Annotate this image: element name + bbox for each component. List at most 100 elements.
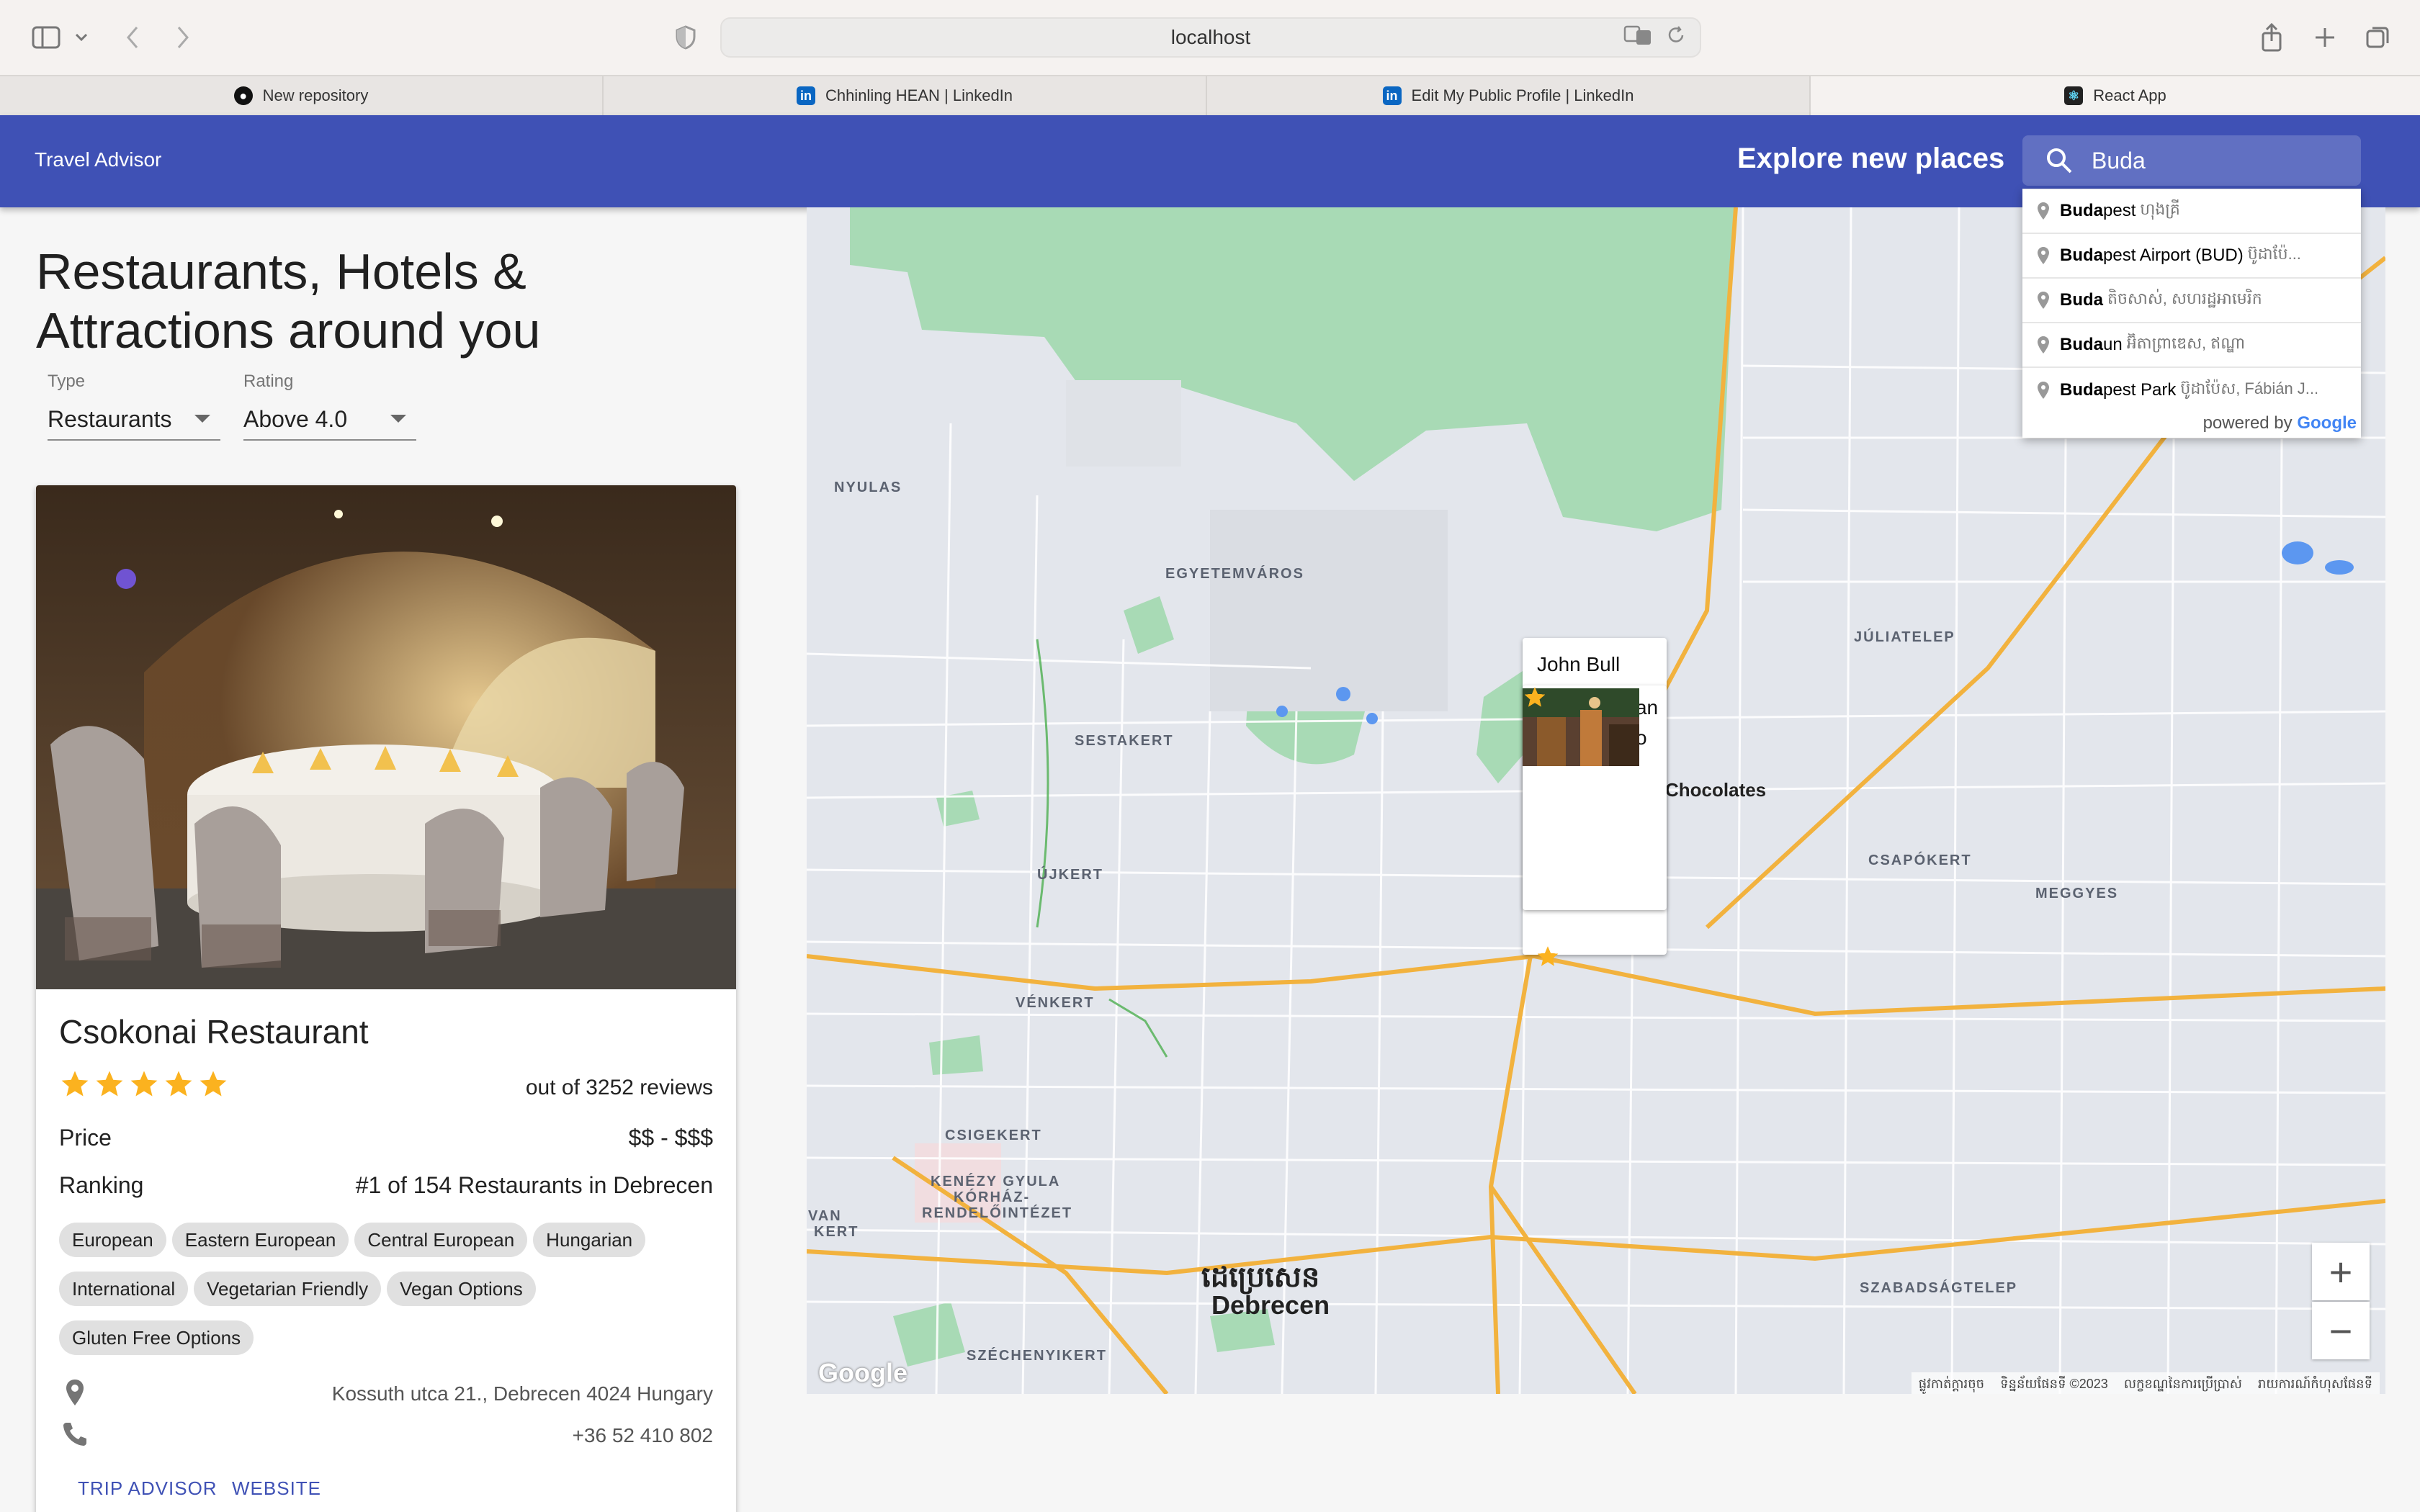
review-count: out of 3252 reviews (525, 1076, 713, 1099)
autocomplete-item[interactable]: Budapest Park ប៊ូដាប៉ែស, Fábián J... (2022, 368, 2361, 413)
place-label: Chocolates (1665, 779, 1767, 801)
dropdown-caret-icon (390, 415, 406, 423)
map-label: VÉNKERT (1016, 995, 1095, 1011)
price-label: Price (59, 1125, 112, 1151)
restaurant-photo (36, 485, 736, 989)
autocomplete-match: Buda (2060, 246, 2103, 265)
type-select-value: Restaurants (48, 405, 172, 432)
cuisine-chip: Central European (354, 1223, 528, 1257)
google-logo: Google (2297, 413, 2357, 433)
linkedin-icon: in (796, 86, 815, 105)
browser-toolbar: localhost (0, 0, 2420, 75)
phone-icon (63, 1423, 86, 1446)
star-icon (1538, 946, 1558, 966)
sidebar-toggle-icon[interactable] (26, 20, 66, 55)
github-icon: ● (233, 86, 253, 105)
star-icon (61, 1071, 89, 1097)
place-card: Csokonai Restaurant out of 3252 reviews … (36, 485, 736, 1512)
linkedin-icon: in (1382, 86, 1402, 105)
tab-new-repository[interactable]: ● New repository (0, 76, 604, 115)
autocomplete-secondary: អ៊ិតាព្រាឌេស, ឥណ្ឌា (2126, 334, 2246, 352)
star-icon (130, 1071, 158, 1097)
powered-by-text: powered by (2202, 413, 2293, 433)
map-label: JÚLIATELEP (1854, 629, 1955, 645)
rating-select[interactable]: Above 4.0 (243, 399, 416, 441)
tab-label: Chhinling HEAN | LinkedIn (825, 86, 1013, 104)
share-icon[interactable] (2257, 20, 2286, 55)
autocomplete-dropdown: Budapest ហុងគ្រី Budapest Airport (BUD) … (2022, 189, 2361, 438)
location-pin-icon (2038, 382, 2049, 399)
autocomplete-rest: pest (2103, 201, 2136, 220)
autocomplete-item[interactable]: Budapest ហុងគ្រី (2022, 189, 2361, 234)
autocomplete-secondary: ប៊ូដាប៉ែ... (2247, 245, 2301, 263)
type-select[interactable]: Restaurants (48, 399, 220, 441)
map-label: EGYETEMVÁROS (1165, 566, 1304, 582)
map-label: MEGGYES (2035, 886, 2119, 901)
tab-linkedin-edit[interactable]: in Edit My Public Profile | LinkedIn (1207, 76, 1811, 115)
place-rating (59, 1068, 229, 1099)
price-value: $$ - $$$ (628, 1125, 713, 1151)
powered-by-google: powered by Google (2203, 413, 2357, 433)
back-icon[interactable] (118, 20, 147, 55)
ranking-label: Ranking (59, 1172, 144, 1198)
reload-icon[interactable] (1665, 24, 1687, 51)
type-filter[interactable]: Type Restaurants (48, 372, 220, 441)
place-address: Kossuth utca 21., Debrecen 4024 Hungary (331, 1382, 713, 1405)
autocomplete-secondary: ហុងគ្រី (2140, 200, 2180, 218)
cuisine-chip: Eastern European (171, 1223, 349, 1257)
rating-filter[interactable]: Rating Above 4.0 (243, 372, 416, 441)
translate-icon[interactable] (1623, 24, 1652, 51)
autocomplete-secondary: ប៊ូដាប៉ែស, Fábián J... (2180, 379, 2319, 397)
map-label: SESTAKERT (1075, 733, 1174, 749)
zoom-in-button[interactable]: + (2312, 1243, 2370, 1300)
type-filter-label: Type (48, 372, 86, 391)
map-label: VAN (808, 1208, 842, 1224)
map-label: NYULAS (834, 480, 902, 495)
dropdown-caret-icon (194, 415, 210, 423)
tab-overview-icon[interactable] (2364, 20, 2393, 55)
star-icon (1525, 687, 1545, 707)
place-phone: +36 52 410 802 (572, 1424, 713, 1446)
cuisine-chips: European Eastern European Central European… (59, 1223, 707, 1369)
rating-select-value: Above 4.0 (243, 405, 348, 432)
map-label: CSIGEKERT (945, 1128, 1042, 1143)
zoom-out-button[interactable]: − (2312, 1302, 2370, 1359)
ranking-value: #1 of 154 Restaurants in Debrecen (355, 1172, 713, 1198)
forward-icon[interactable] (169, 20, 197, 55)
tab-label: React App (2093, 86, 2166, 104)
chevron-down-icon[interactable] (71, 20, 92, 55)
new-tab-icon[interactable] (2311, 20, 2339, 55)
app-title: Travel Advisor (35, 148, 162, 171)
cuisine-chip: Vegan Options (387, 1272, 536, 1306)
autocomplete-item[interactable]: Buda តិចសាស់, សហរដ្ឋអាមេរិក (2022, 279, 2361, 323)
keyboard-shortcuts-link[interactable]: ផ្លូវកាត់ក្ដារចុច (1919, 1375, 1984, 1391)
autocomplete-match: Buda (2060, 201, 2103, 220)
autocomplete-item[interactable]: Budapest Airport (BUD) ប៊ូដាប៉ែ... (2022, 234, 2361, 279)
autocomplete-secondary: តិចសាស់, សហរដ្ឋអាមេរិក (2107, 289, 2262, 307)
map-label: ÚJKERT (1037, 867, 1104, 883)
website-button[interactable]: WEBSITE (232, 1477, 321, 1500)
location-pin-icon (2038, 336, 2049, 354)
trip-advisor-button[interactable]: TRIP ADVISOR (78, 1477, 218, 1500)
tab-react-app[interactable]: ⚛ React App (1811, 76, 2420, 115)
map-label: SZÉCHENYIKERT (967, 1348, 1107, 1364)
tab-label: New repository (262, 86, 369, 104)
address-bar[interactable]: localhost (720, 17, 1701, 58)
map-label: KÓRHÁZ- (954, 1189, 1031, 1205)
location-pin-icon (2038, 292, 2049, 309)
report-error-link[interactable]: រាយការណ៍កំហុសផែនទី (2258, 1375, 2372, 1391)
cuisine-chip: Gluten Free Options (59, 1320, 254, 1355)
city-label: Debrecen (1211, 1290, 1330, 1320)
autocomplete-item[interactable]: Budaun អ៊ិតាព្រាឌេស, ឥណ្ឌា (2022, 323, 2361, 368)
shield-icon[interactable] (671, 20, 700, 55)
search-input[interactable] (2092, 143, 2351, 179)
map-label: SZABADSÁGTELEP (1860, 1280, 2018, 1296)
tab-linkedin-profile[interactable]: in Chhinling HEAN | LinkedIn (604, 76, 1207, 115)
autocomplete-match: Buda (2060, 380, 2103, 400)
map-popup[interactable]: Kis Padlizsan vegan bistro (1523, 685, 1667, 910)
autocomplete-rest: un (2103, 335, 2123, 354)
search-box[interactable] (2022, 135, 2361, 186)
location-pin-icon (66, 1380, 84, 1405)
terms-link[interactable]: លក្ខខណ្ឌនៃការប្រើប្រាស់ (2124, 1375, 2242, 1391)
explore-heading: Explore new places (1737, 143, 2005, 174)
